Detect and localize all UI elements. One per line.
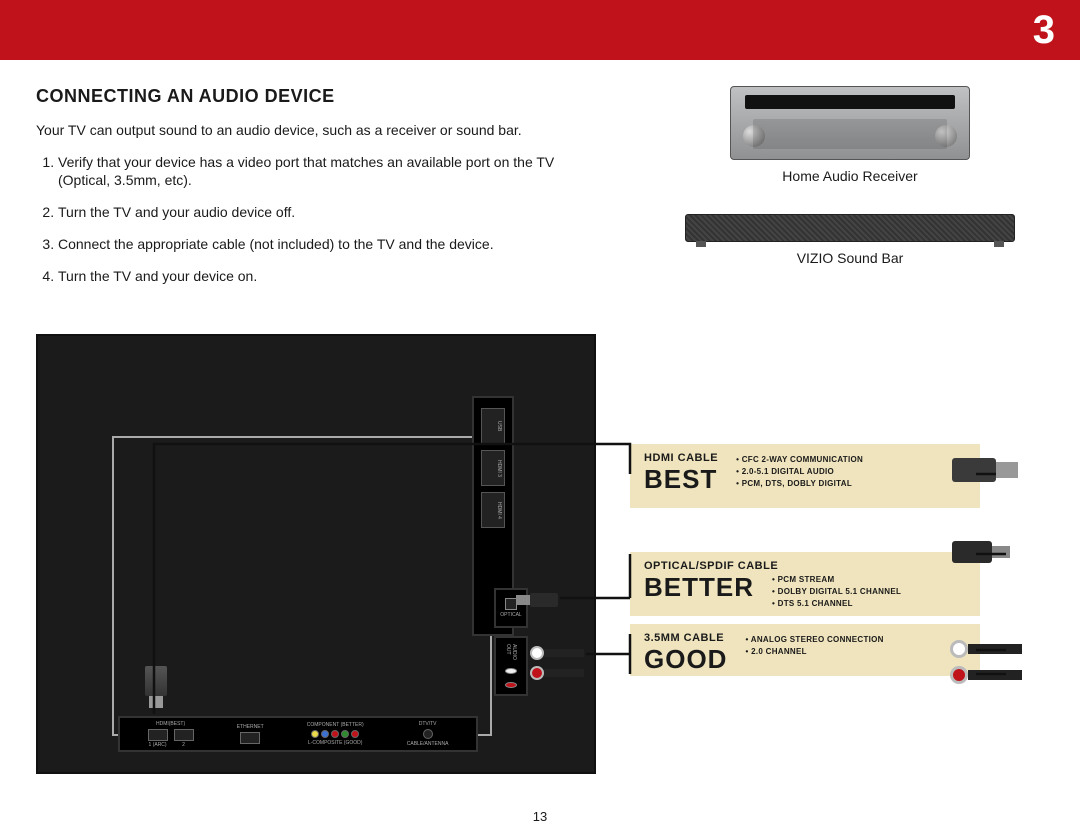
rca-red-icon (351, 730, 359, 738)
intro-paragraph: Your TV can output sound to an audio dev… (36, 121, 576, 139)
receiver-knob-icon (935, 125, 957, 147)
manual-page: 3 CONNECTING AN AUDIO DEVICE Your TV can… (0, 0, 1080, 834)
hdmi-connector-icon (952, 458, 1024, 494)
feature-item: CFC 2-WAY COMMUNICATION (736, 454, 863, 466)
port-component: COMPONENT (BETTER) L-COMPOSITE (GOOD) (307, 722, 364, 746)
step-item: Turn the TV and your device on. (58, 267, 578, 285)
step-item: Connect the appropriate cable (not inclu… (58, 235, 578, 253)
rca-port-white (505, 668, 517, 674)
rca-white-plug-icon (530, 646, 584, 660)
feature-item: PCM, DTS, DOBLY DIGITAL (736, 478, 863, 490)
rca-port-red (505, 682, 517, 688)
quality-rank: BETTER (644, 572, 754, 603)
port-hdmi1: HDMI(BEST) 1 (ARC) 2 (148, 721, 194, 748)
feature-item: DTS 5.1 CHANNEL (772, 598, 901, 610)
feature-item: ANALOG STEREO CONNECTION (745, 634, 883, 646)
soundbar-illustration (685, 214, 1015, 242)
rca-red-icon (331, 730, 339, 738)
step-item: Turn the TV and your audio device off. (58, 203, 578, 221)
receiver-block: Home Audio Receiver (640, 86, 1060, 184)
rca-connector-pair (950, 640, 1034, 696)
port-hdmi3: HDMI 3 (481, 450, 505, 486)
chapter-header-bar: 3 (0, 0, 1080, 60)
port-group-label: HDMI(BEST) (156, 721, 185, 727)
quality-rank: GOOD (644, 644, 727, 675)
feature-list: CFC 2-WAY COMMUNICATION 2.0-5.1 DIGITAL … (736, 452, 863, 490)
port-hdmi4: HDMI 4 (481, 492, 505, 528)
rca-green-icon (341, 730, 349, 738)
tv-back-panel: USB HDMI 3 HDMI 4 OPTICAL AUDIO OUT HDMI… (36, 334, 596, 774)
port-dtv: DTV/TV CABLE/ANTENNA (407, 721, 449, 747)
optical-plug-tv-side (516, 590, 560, 610)
steps-list: Verify that your device has a video port… (36, 153, 596, 285)
feature-item: 2.0 CHANNEL (745, 646, 883, 658)
rca-yellow-icon (311, 730, 319, 738)
text-column: CONNECTING AN AUDIO DEVICE Your TV can o… (36, 86, 596, 299)
rca-plug-tv-side (530, 646, 590, 690)
cable-type-label: HDMI CABLE (644, 452, 718, 464)
rca-blue-icon (321, 730, 329, 738)
hdmi-plug-icon (142, 666, 170, 714)
audio-out-label: AUDIO OUT (505, 644, 517, 660)
soundbar-block: VIZIO Sound Bar (640, 214, 1060, 266)
optical-port-label: OPTICAL (500, 612, 521, 618)
quality-box-good: 3.5MM CABLE GOOD ANALOG STEREO CONNECTIO… (630, 624, 980, 676)
port-ethernet: ETHERNET (237, 724, 264, 744)
feature-item: DOLBY DIGITAL 5.1 CHANNEL (772, 586, 901, 598)
chapter-number: 3 (1033, 8, 1055, 53)
page-number: 13 (0, 809, 1080, 824)
device-illustrations: Home Audio Receiver VIZIO Sound Bar (640, 86, 1060, 296)
rca-white-plug-icon (950, 640, 1022, 658)
receiver-illustration (730, 86, 970, 160)
receiver-knob-icon (743, 125, 765, 147)
quality-box-better: OPTICAL/SPDIF CABLE BETTER PCM STREAM DO… (630, 552, 980, 616)
rca-red-plug-icon (530, 666, 584, 680)
quality-box-best: HDMI CABLE BEST CFC 2-WAY COMMUNICATION … (630, 444, 980, 508)
feature-item: PCM STREAM (772, 574, 901, 586)
feature-list: ANALOG STEREO CONNECTION 2.0 CHANNEL (745, 632, 883, 658)
step-item: Verify that your device has a video port… (58, 153, 578, 189)
rca-red-plug-icon (950, 666, 1022, 684)
audio-out-ports: AUDIO OUT (494, 636, 528, 696)
cable-type-label: OPTICAL/SPDIF CABLE (644, 560, 966, 572)
soundbar-label: VIZIO Sound Bar (797, 250, 904, 266)
connection-diagram: USB HDMI 3 HDMI 4 OPTICAL AUDIO OUT HDMI… (36, 334, 1044, 774)
port-usb: USB (481, 408, 505, 444)
cable-type-label: 3.5MM CABLE (644, 632, 727, 644)
feature-item: 2.0-5.1 DIGITAL AUDIO (736, 466, 863, 478)
feature-list: PCM STREAM DOLBY DIGITAL 5.1 CHANNEL DTS… (772, 572, 901, 610)
optical-connector-icon (952, 534, 1024, 570)
bottom-port-strip: HDMI(BEST) 1 (ARC) 2 ETHERNET COMPONENT … (118, 716, 478, 752)
section-title: CONNECTING AN AUDIO DEVICE (36, 86, 596, 107)
quality-rank: BEST (644, 464, 718, 495)
receiver-label: Home Audio Receiver (782, 168, 917, 184)
